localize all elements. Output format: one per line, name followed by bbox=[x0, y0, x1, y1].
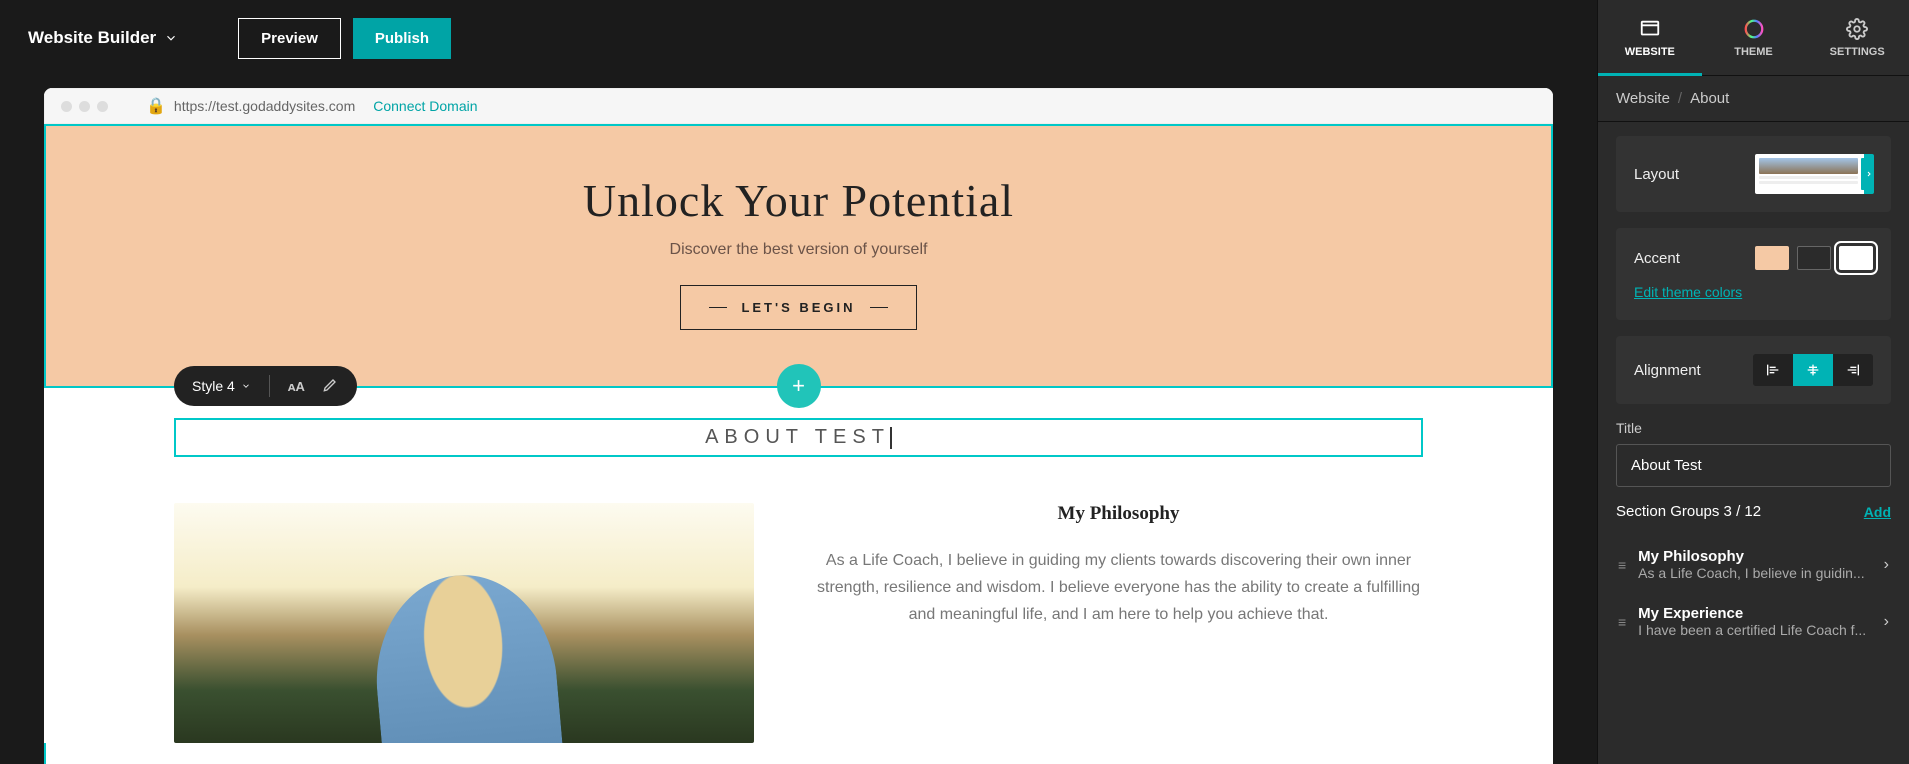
align-right-button[interactable] bbox=[1833, 354, 1873, 386]
text-cursor bbox=[890, 427, 892, 449]
traffic-light-max bbox=[97, 101, 108, 112]
chevron-right-icon bbox=[1864, 154, 1874, 194]
chevron-right-icon: › bbox=[1884, 556, 1889, 574]
add-section-button[interactable]: + bbox=[777, 364, 821, 408]
chevron-right-icon: › bbox=[1884, 613, 1889, 631]
about-heading-input[interactable]: ABOUT TEST bbox=[174, 418, 1423, 457]
preview-button[interactable]: Preview bbox=[238, 18, 341, 59]
accent-swatch-peach[interactable] bbox=[1755, 246, 1789, 270]
tab-settings[interactable]: SETTINGS bbox=[1805, 0, 1909, 75]
about-section[interactable]: Style 4 ᴀA ABOUT TEST My Philosophy As a… bbox=[44, 388, 1553, 743]
url-text: https://test.godaddysites.com bbox=[174, 98, 355, 114]
breadcrumb-root[interactable]: Website bbox=[1616, 90, 1670, 107]
font-size-button[interactable]: ᴀA bbox=[288, 379, 305, 394]
hero-subtitle[interactable]: Discover the best version of yourself bbox=[46, 241, 1551, 259]
section-group-item[interactable]: ≡ My Philosophy As a Life Coach, I belie… bbox=[1616, 536, 1891, 593]
drag-handle-icon[interactable]: ≡ bbox=[1618, 614, 1626, 630]
breadcrumb: Website / About bbox=[1598, 76, 1909, 122]
traffic-light-min bbox=[79, 101, 90, 112]
layout-picker[interactable] bbox=[1755, 154, 1873, 194]
about-section-title[interactable]: My Philosophy bbox=[814, 503, 1423, 525]
theme-icon bbox=[1743, 18, 1765, 40]
brand-dropdown[interactable]: Website Builder bbox=[28, 28, 178, 48]
accent-swatch-white[interactable] bbox=[1839, 246, 1873, 270]
breadcrumb-current: About bbox=[1690, 90, 1729, 107]
accent-swatch-dark[interactable] bbox=[1797, 246, 1831, 270]
add-group-link[interactable]: Add bbox=[1864, 504, 1891, 520]
alignment-label: Alignment bbox=[1634, 362, 1701, 379]
section-group-item[interactable]: ≡ My Experience I have been a certified … bbox=[1616, 593, 1891, 650]
website-icon bbox=[1639, 18, 1661, 40]
traffic-light-close bbox=[61, 101, 72, 112]
layout-label: Layout bbox=[1634, 166, 1679, 183]
connect-domain-link[interactable]: Connect Domain bbox=[373, 98, 477, 114]
title-field-label: Title bbox=[1616, 420, 1891, 436]
edit-theme-colors-link[interactable]: Edit theme colors bbox=[1634, 284, 1742, 300]
align-left-button[interactable] bbox=[1753, 354, 1793, 386]
color-picker-button[interactable] bbox=[323, 376, 339, 397]
publish-button[interactable]: Publish bbox=[353, 18, 451, 59]
tab-theme[interactable]: THEME bbox=[1702, 0, 1806, 75]
tab-website[interactable]: WEBSITE bbox=[1598, 0, 1702, 75]
style-dropdown[interactable]: Style 4 bbox=[192, 378, 251, 394]
align-center-button[interactable] bbox=[1793, 354, 1833, 386]
title-input[interactable] bbox=[1616, 444, 1891, 487]
hero-section[interactable]: Unlock Your Potential Discover the best … bbox=[44, 124, 1553, 388]
style-toolbar: Style 4 ᴀA bbox=[174, 366, 357, 406]
browser-address-bar: 🔒 https://test.godaddysites.com Connect … bbox=[44, 88, 1553, 124]
section-groups-label: Section Groups 3 / 12 bbox=[1616, 503, 1761, 520]
about-image[interactable] bbox=[174, 503, 754, 743]
gear-icon bbox=[1846, 18, 1868, 40]
lock-icon: 🔒 bbox=[146, 96, 166, 116]
chevron-down-icon bbox=[241, 381, 251, 391]
chevron-down-icon bbox=[164, 31, 178, 45]
about-body-text[interactable]: As a Life Coach, I believe in guiding my… bbox=[814, 547, 1423, 629]
hero-title[interactable]: Unlock Your Potential bbox=[46, 174, 1551, 227]
brand-label: Website Builder bbox=[28, 28, 156, 48]
hero-cta-button[interactable]: LET'S BEGIN bbox=[680, 285, 916, 330]
drag-handle-icon[interactable]: ≡ bbox=[1618, 557, 1626, 573]
accent-label: Accent bbox=[1634, 250, 1680, 267]
